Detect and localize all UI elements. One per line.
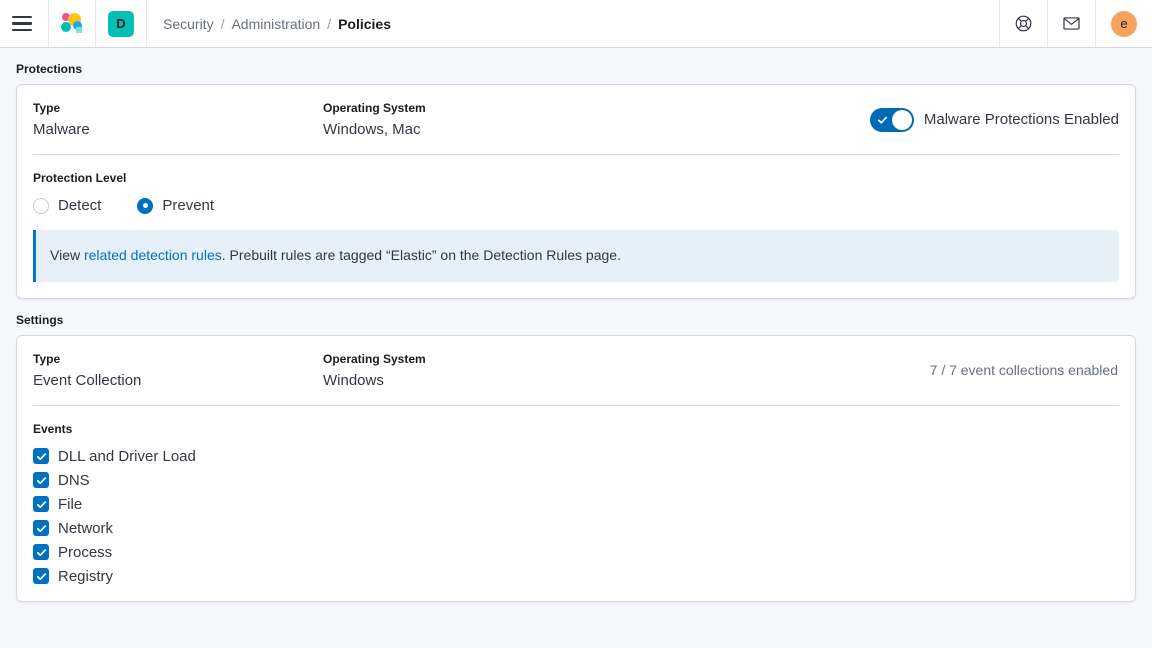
settings-os-block: Operating System Windows bbox=[323, 352, 930, 389]
check-icon bbox=[36, 500, 46, 508]
event-checkbox-file[interactable]: File bbox=[33, 496, 1119, 513]
callout-prefix-text: View bbox=[50, 247, 84, 263]
event-checkbox-dll-and-driver-load[interactable]: DLL and Driver Load bbox=[33, 448, 1119, 465]
event-label-dns: DNS bbox=[58, 471, 90, 489]
checkbox-registry[interactable] bbox=[33, 568, 49, 585]
settings-section-label: Settings bbox=[16, 312, 64, 327]
user-menu-button[interactable]: e bbox=[1096, 0, 1152, 47]
protections-os-label: Operating System bbox=[323, 101, 426, 115]
toggle-switch-track[interactable] bbox=[869, 107, 914, 132]
checkbox-network[interactable] bbox=[33, 520, 49, 537]
breadcrumb-item-administration[interactable]: Administration bbox=[231, 16, 320, 32]
check-icon bbox=[36, 452, 46, 460]
settings-panel: Type Event Collection Operating System W… bbox=[16, 334, 1136, 602]
menu-toggle-cell[interactable] bbox=[0, 0, 49, 47]
check-icon bbox=[36, 476, 46, 484]
event-checkbox-process[interactable]: Process bbox=[33, 544, 1119, 561]
checkbox-process[interactable] bbox=[33, 544, 49, 561]
event-label-registry: Registry bbox=[58, 567, 114, 585]
toggle-switch-knob bbox=[891, 109, 912, 130]
protection-level-option-prevent[interactable]: Prevent bbox=[137, 197, 214, 214]
event-collections-status: 7 / 7 event collections enabled bbox=[929, 362, 1118, 379]
settings-summary-row: Type Event Collection Operating System W… bbox=[17, 336, 1135, 405]
protections-os-value: Windows, Mac bbox=[323, 121, 421, 138]
settings-os-label: Operating System bbox=[323, 351, 426, 366]
callout-suffix-text: . Prebuilt rules are tagged “Elastic” on… bbox=[221, 247, 621, 263]
event-label-network: Network bbox=[58, 519, 114, 537]
protections-type-block: Type Malware bbox=[33, 101, 323, 138]
protections-summary-row: Type Malware Operating System Windows, M… bbox=[17, 85, 1135, 154]
checkbox-file[interactable] bbox=[33, 496, 49, 513]
protections-os-block: Operating System Windows, Mac bbox=[323, 101, 870, 138]
protection-level-option-detect[interactable]: Detect bbox=[33, 197, 101, 214]
protection-level-section: Protection Level Detect Prevent bbox=[17, 155, 1135, 230]
settings-type-value: Event Collection bbox=[33, 371, 142, 389]
events-checklist: DLL and Driver Load DNS File Network Pro… bbox=[33, 448, 1119, 585]
page-body: Protections Type Malware Operating Syste… bbox=[0, 48, 1152, 648]
protections-type-label: Type bbox=[33, 101, 61, 115]
event-checkbox-dns[interactable]: DNS bbox=[33, 472, 1119, 489]
mail-envelope-icon bbox=[1063, 17, 1080, 30]
checkbox-dll-and-driver-load[interactable] bbox=[33, 448, 49, 465]
radio-detect[interactable] bbox=[33, 197, 49, 214]
top-header-bar: D Security / Administration / Policies e bbox=[0, 0, 1152, 48]
breadcrumb-separator: / bbox=[327, 15, 332, 32]
protection-level-radio-group: Detect Prevent bbox=[33, 197, 1119, 214]
events-title: Events bbox=[33, 421, 73, 436]
check-icon bbox=[36, 572, 46, 580]
elastic-logo-icon[interactable] bbox=[61, 12, 83, 35]
event-label-process: Process bbox=[58, 543, 113, 561]
related-detection-rules-link[interactable]: related detection rules bbox=[84, 247, 222, 263]
malware-protections-toggle[interactable]: Malware Protections Enabled bbox=[869, 107, 1119, 132]
protections-panel: Type Malware Operating System Windows, M… bbox=[16, 84, 1136, 299]
protection-level-label: Protection Level bbox=[33, 171, 127, 185]
mail-button[interactable] bbox=[1048, 0, 1096, 47]
protections-type-value: Malware bbox=[33, 121, 90, 138]
event-label-dll-and-driver-load: DLL and Driver Load bbox=[58, 447, 196, 465]
space-selector-cell[interactable]: D bbox=[96, 0, 147, 47]
header-actions: e bbox=[999, 0, 1152, 47]
hamburger-menu-icon[interactable] bbox=[12, 12, 36, 36]
event-checkbox-network[interactable]: Network bbox=[33, 520, 1119, 537]
breadcrumb-item-security[interactable]: Security bbox=[163, 16, 214, 32]
space-avatar[interactable]: D bbox=[108, 10, 134, 37]
checkbox-dns[interactable] bbox=[33, 472, 49, 489]
detection-rules-callout: View related detection rules. Prebuilt r… bbox=[33, 230, 1119, 282]
check-icon bbox=[36, 524, 46, 532]
breadcrumb-item-policies: Policies bbox=[338, 15, 391, 32]
radio-prevent[interactable] bbox=[137, 197, 154, 214]
settings-os-value: Windows bbox=[323, 371, 384, 389]
event-label-file: File bbox=[58, 495, 83, 513]
breadcrumb-separator: / bbox=[220, 15, 225, 32]
protections-section-label: Protections bbox=[16, 62, 83, 76]
check-icon bbox=[36, 548, 46, 556]
breadcrumb: Security / Administration / Policies bbox=[147, 0, 391, 47]
help-lifering-icon bbox=[1015, 15, 1032, 32]
settings-type-label: Type bbox=[33, 351, 61, 366]
malware-protections-toggle-label: Malware Protections Enabled bbox=[923, 111, 1119, 128]
elastic-logo-cell[interactable] bbox=[49, 0, 96, 47]
avatar[interactable]: e bbox=[1111, 10, 1137, 37]
check-icon bbox=[877, 116, 887, 124]
event-checkbox-registry[interactable]: Registry bbox=[33, 568, 1119, 585]
protection-level-detect-label: Detect bbox=[58, 197, 102, 214]
help-button[interactable] bbox=[1000, 0, 1048, 47]
settings-type-block: Type Event Collection bbox=[33, 352, 323, 389]
events-section: Events DLL and Driver Load DNS File Netw… bbox=[17, 406, 1135, 601]
protection-level-prevent-label: Prevent bbox=[162, 197, 215, 214]
protections-toggle-area: Malware Protections Enabled bbox=[869, 107, 1119, 132]
